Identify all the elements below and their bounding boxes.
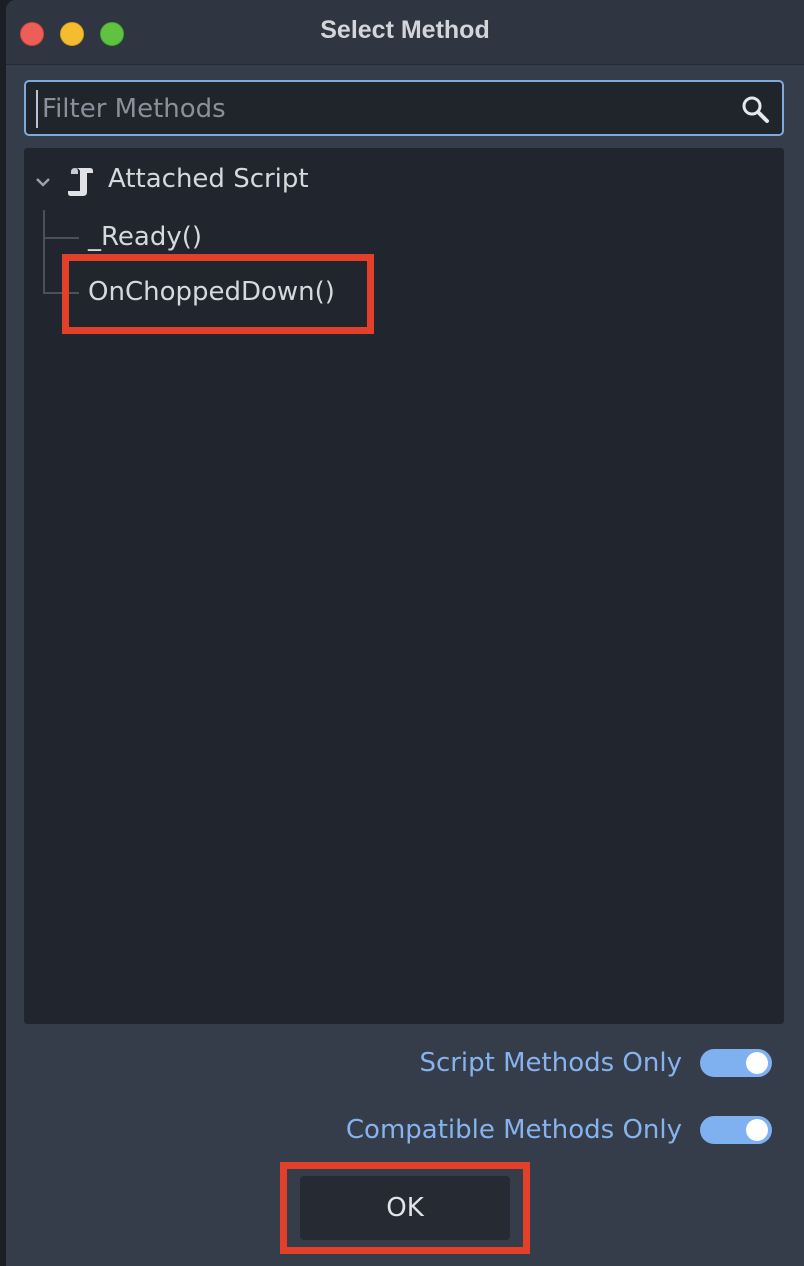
toggle-knob bbox=[746, 1119, 768, 1141]
chevron-down-icon[interactable] bbox=[34, 174, 52, 192]
script-methods-only-label: Script Methods Only bbox=[419, 1048, 682, 1078]
highlight-annotation bbox=[280, 1162, 530, 1254]
dialog-title: Select Method bbox=[320, 16, 490, 44]
tree-guide-line bbox=[43, 210, 45, 294]
filter-methods-field[interactable] bbox=[24, 80, 784, 136]
method-tree: Attached Script _Ready() OnChoppedDown() bbox=[24, 148, 784, 1024]
script-icon bbox=[68, 168, 93, 196]
tree-root-attached-script[interactable]: Attached Script bbox=[108, 164, 309, 194]
select-method-dialog: Select Method Attached Script _Ready() O… bbox=[6, 0, 804, 1266]
search-icon bbox=[742, 96, 769, 123]
toggle-knob bbox=[746, 1052, 768, 1074]
script-methods-only-option: Script Methods Only bbox=[419, 1045, 772, 1081]
tree-guide-line bbox=[43, 237, 79, 239]
filter-methods-input[interactable] bbox=[36, 90, 732, 128]
compatible-methods-only-option: Compatible Methods Only bbox=[346, 1112, 772, 1148]
script-methods-only-toggle[interactable] bbox=[700, 1049, 772, 1077]
highlight-annotation bbox=[62, 254, 374, 334]
title-bar: Select Method bbox=[6, 0, 804, 65]
method-item-ready[interactable]: _Ready() bbox=[88, 222, 202, 252]
compatible-methods-only-label: Compatible Methods Only bbox=[345, 1115, 682, 1145]
compatible-methods-only-toggle[interactable] bbox=[700, 1116, 772, 1144]
